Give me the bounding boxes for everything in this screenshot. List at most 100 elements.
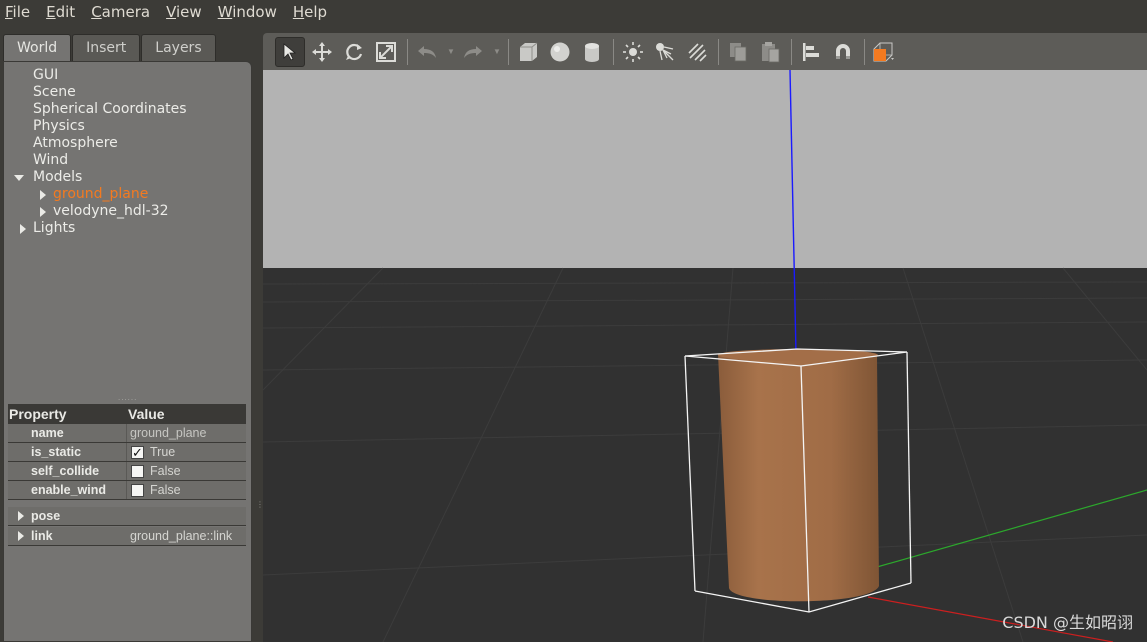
- property-name: is_static: [8, 443, 127, 461]
- tree-item-label: Models: [33, 169, 83, 185]
- tree-item-atmosphere[interactable]: Atmosphere: [4, 135, 253, 152]
- expand-arrow-icon[interactable]: [18, 511, 24, 521]
- splitter-handle[interactable]: ......: [118, 394, 138, 402]
- menu-window-label: indow: [232, 3, 277, 21]
- property-name: self_collide: [8, 462, 127, 480]
- tree-item-gui[interactable]: GUI: [4, 67, 253, 84]
- tree-item-spherical-coordinates[interactable]: Spherical Coordinates: [4, 101, 253, 118]
- snap-icon[interactable]: [828, 37, 858, 67]
- tree-item-ground-plane[interactable]: ground_plane: [4, 186, 253, 203]
- expand-arrow-icon[interactable]: [18, 531, 24, 541]
- property-group-link[interactable]: link ground_plane::link: [8, 527, 246, 546]
- property-value: ground_plane::link: [130, 529, 233, 543]
- menu-window-mnemonic: W: [217, 3, 233, 21]
- tree-item-lights[interactable]: Lights: [4, 220, 253, 237]
- scene-viewport[interactable]: [263, 70, 1147, 642]
- tree-item-label: Wind: [33, 152, 69, 168]
- copy-icon[interactable]: [723, 37, 753, 67]
- view-angle-icon[interactable]: [869, 37, 899, 67]
- property-value: False: [150, 464, 181, 478]
- property-name: link: [31, 529, 53, 543]
- tree-item-label: Scene: [33, 84, 76, 100]
- menu-window[interactable]: Window: [212, 3, 283, 21]
- translate-icon[interactable]: [307, 37, 337, 67]
- world-tree: GUI Scene Spherical Coordinates Physics …: [4, 67, 253, 237]
- sky: [263, 70, 1147, 268]
- undo-icon[interactable]: [412, 37, 442, 67]
- scene-render: [263, 70, 1147, 642]
- menu-help-label: elp: [304, 3, 328, 21]
- enable-wind-checkbox[interactable]: [131, 483, 144, 497]
- property-value: ground_plane: [130, 426, 207, 440]
- collapse-arrow-icon[interactable]: [40, 190, 46, 200]
- collapse-arrow-icon[interactable]: [40, 207, 46, 217]
- menu-file[interactable]: File: [0, 3, 36, 21]
- property-row-self-collide: self_collide False: [8, 462, 246, 481]
- menu-edit[interactable]: Edit: [40, 3, 81, 21]
- tab-insert[interactable]: Insert: [72, 34, 141, 61]
- property-name: pose: [31, 509, 61, 523]
- property-value-cell: False: [127, 481, 246, 499]
- menu-view[interactable]: View: [160, 3, 208, 21]
- is-static-checkbox[interactable]: [131, 444, 144, 462]
- tree-item-scene[interactable]: Scene: [4, 84, 253, 101]
- menu-edit-label: dit: [55, 3, 76, 21]
- ground-plane: [263, 268, 1147, 642]
- tree-item-models[interactable]: Models: [4, 169, 253, 186]
- tree-item-label: ground_plane: [53, 186, 149, 202]
- spot-light-icon[interactable]: [650, 37, 680, 67]
- redo-history-dropdown-icon[interactable]: ▼: [490, 47, 504, 56]
- tree-item-wind[interactable]: Wind: [4, 152, 253, 169]
- undo-history-dropdown-icon[interactable]: ▼: [444, 47, 458, 56]
- point-light-icon[interactable]: [618, 37, 648, 67]
- property-value-cell: True: [127, 443, 246, 462]
- property-value: [127, 507, 130, 525]
- property-column-header: Property: [9, 406, 67, 422]
- property-table: Property Value name ground_plane is_stat…: [8, 404, 246, 546]
- menu-view-mnemonic: V: [166, 3, 177, 21]
- property-row-enable-wind: enable_wind False: [8, 481, 246, 500]
- menu-file-mnemonic: F: [5, 3, 13, 21]
- property-row-is-static: is_static True: [8, 443, 246, 462]
- toolbar-separator: [613, 38, 614, 65]
- panel-resize-handle[interactable]: ⋮: [256, 500, 264, 520]
- expand-arrow-icon[interactable]: [14, 175, 24, 181]
- menu-help[interactable]: Help: [287, 3, 333, 21]
- tree-item-physics[interactable]: Physics: [4, 118, 253, 135]
- scale-icon[interactable]: [371, 37, 401, 67]
- property-name: enable_wind: [8, 481, 127, 499]
- tab-world[interactable]: World: [3, 34, 72, 61]
- box-icon[interactable]: [513, 37, 543, 67]
- redo-icon[interactable]: [458, 37, 488, 67]
- menu-camera-label: amera: [101, 3, 151, 21]
- panel-tabs: World Insert Layers: [3, 34, 217, 62]
- toolbar: ▼ ▼: [263, 33, 1147, 70]
- paste-icon[interactable]: [755, 37, 785, 67]
- tree-item-label: Spherical Coordinates: [33, 101, 187, 117]
- tree-item-velodyne[interactable]: velodyne_hdl-32: [4, 203, 253, 220]
- left-panel: World Insert Layers GUI Scene Spherical …: [0, 30, 256, 642]
- property-value-cell: False: [127, 462, 246, 480]
- cylinder-model[interactable]: [718, 349, 879, 602]
- tab-layers[interactable]: Layers: [141, 34, 216, 61]
- rotate-icon[interactable]: [339, 37, 369, 67]
- tree-item-label: GUI: [33, 67, 59, 83]
- property-name: name: [8, 424, 127, 442]
- directional-light-icon[interactable]: [682, 37, 712, 67]
- menu-camera-mnemonic: C: [91, 3, 102, 21]
- cylinder-icon[interactable]: [577, 37, 607, 67]
- tree-item-label: Lights: [33, 220, 76, 236]
- property-value: True: [150, 445, 176, 459]
- menu-file-label: ile: [12, 3, 31, 21]
- align-icon[interactable]: [796, 37, 826, 67]
- sphere-icon[interactable]: [545, 37, 575, 67]
- select-arrow-icon[interactable]: [275, 36, 305, 67]
- self-collide-checkbox[interactable]: [131, 464, 144, 478]
- menu-camera[interactable]: Camera: [85, 3, 156, 21]
- property-group-pose[interactable]: pose: [8, 507, 246, 526]
- menu-bar: File Edit Camera View Window Help: [0, 0, 1147, 24]
- collapse-arrow-icon[interactable]: [20, 224, 26, 234]
- watermark: CSDN @生如昭诩: [1002, 613, 1133, 632]
- property-table-header: Property Value: [8, 404, 246, 424]
